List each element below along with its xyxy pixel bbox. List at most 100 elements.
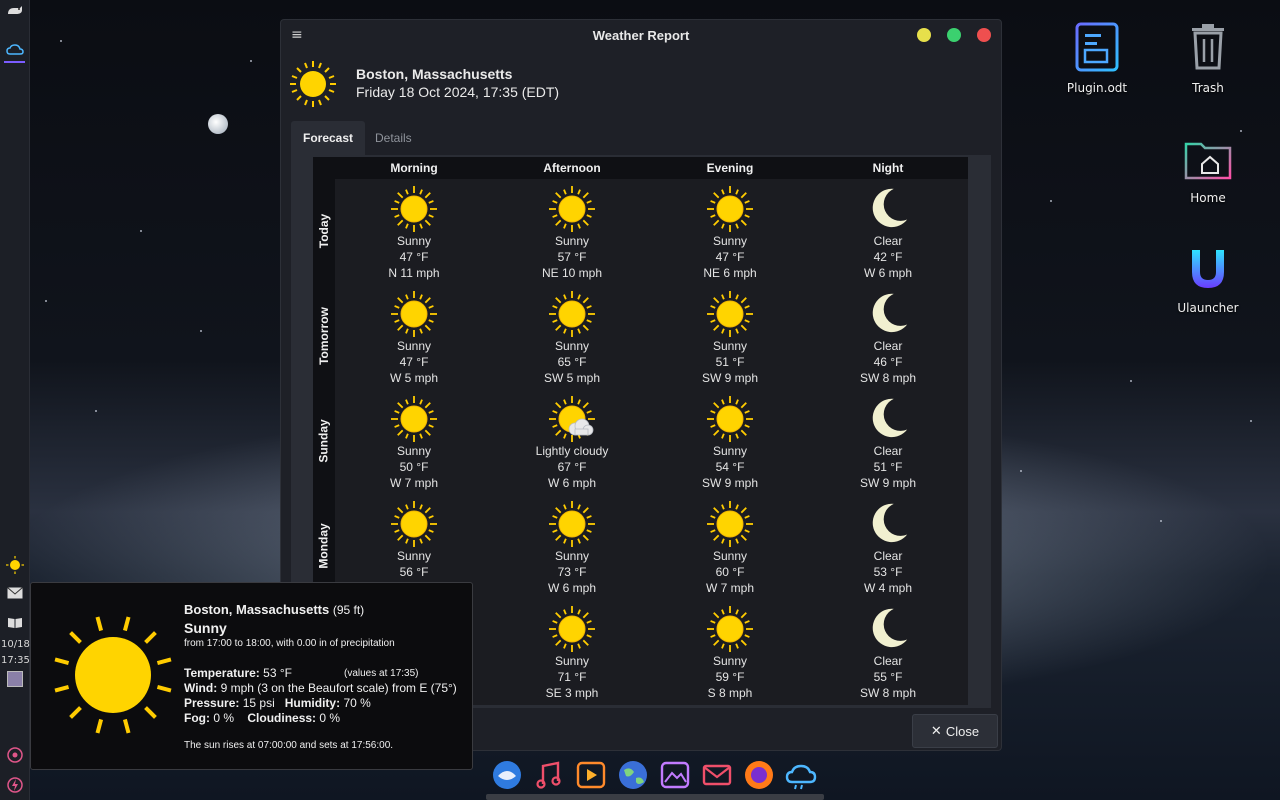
sun-icon — [706, 185, 754, 236]
sun-icon — [390, 395, 438, 446]
pressure-value: 15 psi — [242, 696, 275, 710]
forecast-cell: Sunny 47 °F W 5 mph — [339, 284, 489, 388]
forecast-cell: Sunny 71 °F SE 3 mph — [497, 599, 647, 703]
moon-icon — [865, 185, 911, 234]
globe-icon[interactable] — [616, 758, 650, 792]
weather-icon[interactable] — [784, 758, 818, 792]
desktop-icon-plugin-odt[interactable]: Plugin.odt — [1052, 22, 1142, 95]
forecast-cell: Sunny 51 °F SW 9 mph — [655, 284, 805, 388]
panel-time[interactable]: 17:35 — [1, 655, 30, 666]
wind-text: S 8 mph — [707, 686, 753, 700]
row-header-label: Today — [317, 213, 332, 249]
ulauncher-icon — [1192, 250, 1224, 288]
desktop-icon-label: Home — [1190, 191, 1226, 205]
firefox-icon[interactable] — [742, 758, 776, 792]
desktop-icon-label: Ulauncher — [1177, 301, 1239, 315]
forecast-cell: Clear 53 °F W 4 mph — [813, 494, 963, 598]
row-header-label: Tomorrow — [317, 307, 331, 365]
temperature-text: 54 °F — [715, 460, 745, 474]
condition-text: Lightly cloudy — [535, 444, 609, 458]
forecast-cell: Clear 55 °F SW 8 mph — [813, 599, 963, 703]
forecast-cell: Sunny 59 °F S 8 mph — [655, 599, 805, 703]
condition-text: Sunny — [554, 549, 590, 563]
condition-text: Sunny — [712, 339, 748, 353]
temperature-text: 71 °F — [557, 670, 587, 684]
trash-icon — [1192, 24, 1224, 70]
tooltip-location: Boston, Massachusetts — [184, 602, 330, 617]
sun-icon — [706, 500, 754, 551]
workspace-switcher[interactable] — [4, 668, 25, 689]
row-header-today: Today — [313, 179, 335, 283]
temperature-text: 50 °F — [399, 460, 429, 474]
forecast-cell: Clear 51 °F SW 9 mph — [813, 389, 963, 493]
column-header-morning: Morning — [390, 161, 438, 175]
image-viewer-icon[interactable] — [658, 758, 692, 792]
minimize-button[interactable] — [917, 28, 931, 42]
book-panel-icon[interactable] — [4, 612, 25, 633]
humidity-value: 70 % — [343, 696, 371, 710]
wind-text: NE 6 mph — [703, 266, 757, 280]
condition-text: Sunny — [396, 444, 432, 458]
sun-icon — [706, 605, 754, 656]
mail-panel-icon[interactable] — [4, 582, 25, 603]
wind-text: W 7 mph — [705, 581, 754, 595]
forecast-cell: Sunny 47 °F NE 6 mph — [655, 179, 805, 283]
close-button[interactable]: ✕ Close — [912, 714, 998, 748]
music-icon[interactable] — [532, 758, 566, 792]
condition-text: Sunny — [712, 444, 748, 458]
close-window-button[interactable] — [977, 28, 991, 42]
forecast-cell: Sunny 60 °F W 7 mph — [655, 494, 805, 598]
weather-plugin-sun-icon[interactable] — [4, 554, 25, 575]
condition-text: Clear — [873, 339, 903, 353]
values-at: (values at 17:35) — [344, 668, 419, 679]
desktop-icon-trash[interactable]: Trash — [1163, 22, 1253, 95]
settings-panel-icon[interactable] — [4, 744, 25, 765]
moon-icon — [865, 605, 911, 654]
humidity-label: Humidity: — [284, 696, 341, 710]
temperature-text: 51 °F — [715, 355, 745, 369]
xfce-mouse-icon[interactable] — [4, 0, 25, 21]
cloudiness-value: 0 % — [319, 711, 341, 725]
tab-bar: Forecast Details — [291, 121, 991, 155]
wind-text: W 7 mph — [389, 476, 438, 490]
cloudiness-label: Cloudiness: — [247, 711, 317, 725]
moon-icon — [208, 114, 228, 134]
maximize-button[interactable] — [947, 28, 961, 42]
tab-forecast[interactable]: Forecast — [291, 121, 366, 155]
close-button-label: Close — [945, 723, 980, 739]
temperature-text: 67 °F — [557, 460, 587, 474]
thunderbird-icon[interactable] — [490, 758, 524, 792]
wind-label: Wind: — [184, 681, 218, 695]
sun-cloud-icon — [548, 395, 596, 446]
condition-text: Sunny — [554, 654, 590, 668]
location-name: Boston, Massachusetts — [356, 66, 513, 82]
temperature-text: 55 °F — [873, 670, 903, 684]
sun-icon — [548, 290, 596, 341]
window-titlebar[interactable]: ≡ Weather Report — [281, 20, 1001, 52]
temperature-text: 51 °F — [873, 460, 903, 474]
tooltip-period: from 17:00 to 18:00, with 0.00 in of pre… — [184, 638, 395, 649]
fog-value: 0 % — [213, 711, 235, 725]
video-player-icon[interactable] — [574, 758, 608, 792]
power-panel-icon[interactable] — [4, 774, 25, 795]
dock-bar — [486, 794, 824, 800]
weather-app-icon[interactable] — [4, 40, 25, 63]
temperature-text: 59 °F — [715, 670, 745, 684]
condition-text: Sunny — [712, 654, 748, 668]
plugin-odt-icon — [1075, 22, 1119, 72]
wind-text: W 5 mph — [389, 371, 438, 385]
tab-details[interactable]: Details — [363, 121, 424, 155]
mail-icon[interactable] — [700, 758, 734, 792]
pressure-label: Pressure: — [184, 696, 240, 710]
wind-text: SW 9 mph — [859, 476, 916, 490]
desktop-icon-ulauncher[interactable]: Ulauncher — [1163, 246, 1253, 315]
desktop-icon-label: Trash — [1192, 81, 1224, 95]
temperature-text: 57 °F — [557, 250, 587, 264]
sun-icon — [706, 395, 754, 446]
desktop-icon-home[interactable]: Home — [1163, 138, 1253, 205]
sun-icon — [548, 605, 596, 656]
moon-icon — [865, 395, 911, 444]
panel-date[interactable]: 10/18 — [1, 639, 30, 650]
condition-text: Sunny — [396, 339, 432, 353]
current-datetime: Friday 18 Oct 2024, 17:35 (EDT) — [356, 84, 560, 100]
